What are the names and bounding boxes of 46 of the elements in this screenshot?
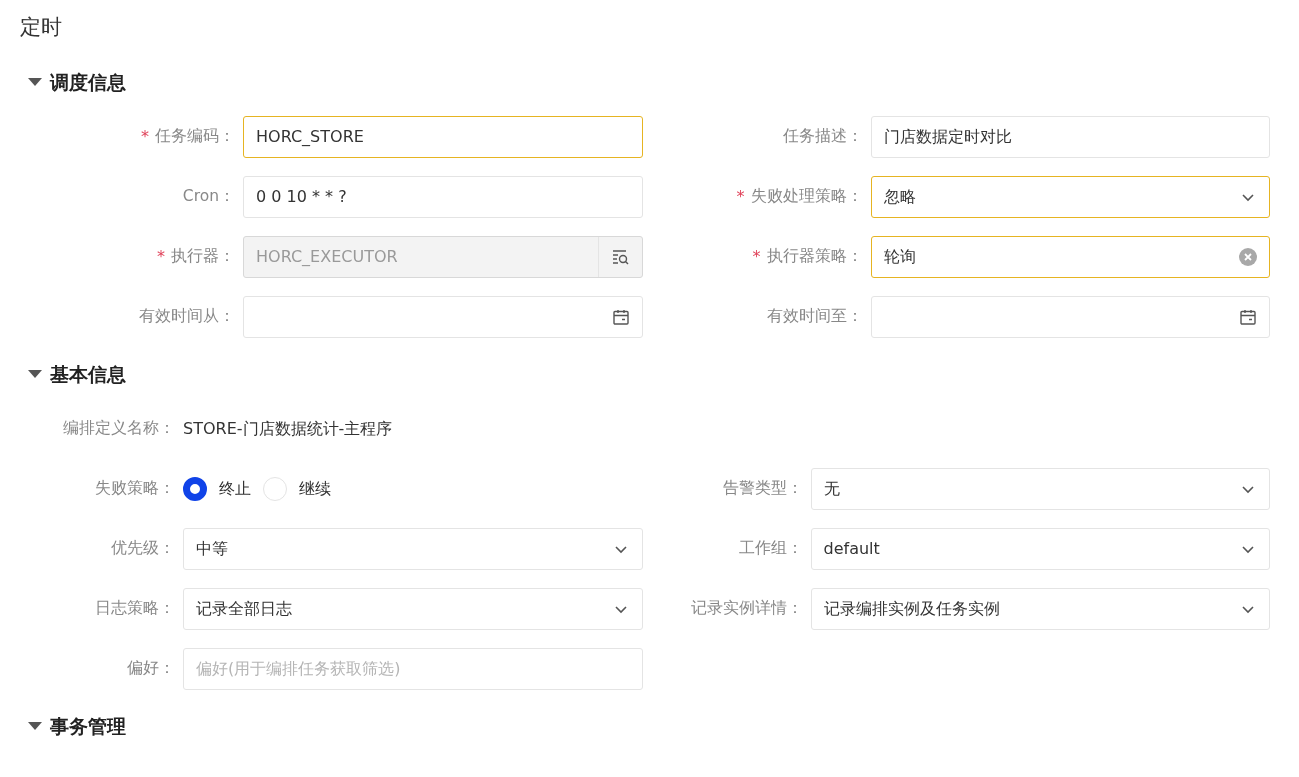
select-field[interactable]: 记录编排实例及任务实例	[810, 588, 1270, 630]
date-field[interactable]	[870, 296, 1270, 338]
input-field[interactable]: HORC_STORE	[243, 116, 643, 158]
field-label: 执行器策略：	[766, 246, 863, 268]
section-title: 事务管理	[50, 714, 126, 739]
field-label: 编排定义名称：	[63, 418, 175, 440]
select-field[interactable]: 无	[810, 468, 1270, 510]
field-label: Cron：	[182, 186, 235, 208]
input-field[interactable]: 0 0 10 * * ?	[243, 176, 643, 218]
input-field[interactable]: 门店数据定时对比	[870, 116, 1270, 158]
field-label: 记录实例详情：	[690, 598, 803, 620]
required-mark: *	[157, 246, 165, 268]
field-label: 告警类型：	[722, 478, 803, 500]
select-field[interactable]: 中等	[183, 528, 643, 570]
field-label: 有效时间从：	[139, 306, 235, 328]
list-search-icon	[611, 248, 629, 266]
caret-down-icon[interactable]	[28, 77, 42, 87]
clear-icon[interactable]	[1239, 248, 1257, 266]
field-label: 失败策略：	[95, 478, 175, 500]
required-mark: *	[141, 126, 149, 148]
select-field[interactable]: default	[810, 528, 1270, 570]
field-label: 偏好：	[127, 658, 175, 680]
required-mark: *	[752, 246, 761, 268]
field-label: 任务编码：	[155, 126, 235, 148]
page-title: 定时	[20, 14, 62, 41]
field-label: 优先级：	[111, 538, 175, 560]
radio-option[interactable]: 继续	[263, 477, 331, 501]
caret-down-icon[interactable]	[28, 721, 42, 731]
field-value: STORE-门店数据统计-主程序	[183, 418, 393, 440]
radio-option[interactable]: 终止	[183, 477, 251, 501]
caret-down-icon[interactable]	[28, 369, 42, 379]
select-field[interactable]: 忽略	[870, 176, 1270, 218]
select-field[interactable]: 轮询	[870, 236, 1270, 278]
field-label: 失败处理策略：	[750, 186, 863, 208]
field-label: 有效时间至：	[766, 306, 863, 328]
calendar-icon	[1239, 308, 1257, 326]
calendar-icon	[611, 308, 630, 326]
section-title: 基本信息	[50, 362, 126, 387]
field-label: 执行器：	[171, 246, 235, 268]
section-title: 调度信息	[50, 70, 126, 95]
select-field[interactable]: 记录全部日志	[183, 588, 643, 630]
field-label: 工作组：	[738, 538, 803, 560]
field-label: 日志策略：	[95, 598, 175, 620]
date-field[interactable]	[243, 296, 643, 338]
required-mark: *	[736, 186, 745, 208]
field-label: 任务描述：	[782, 126, 863, 148]
